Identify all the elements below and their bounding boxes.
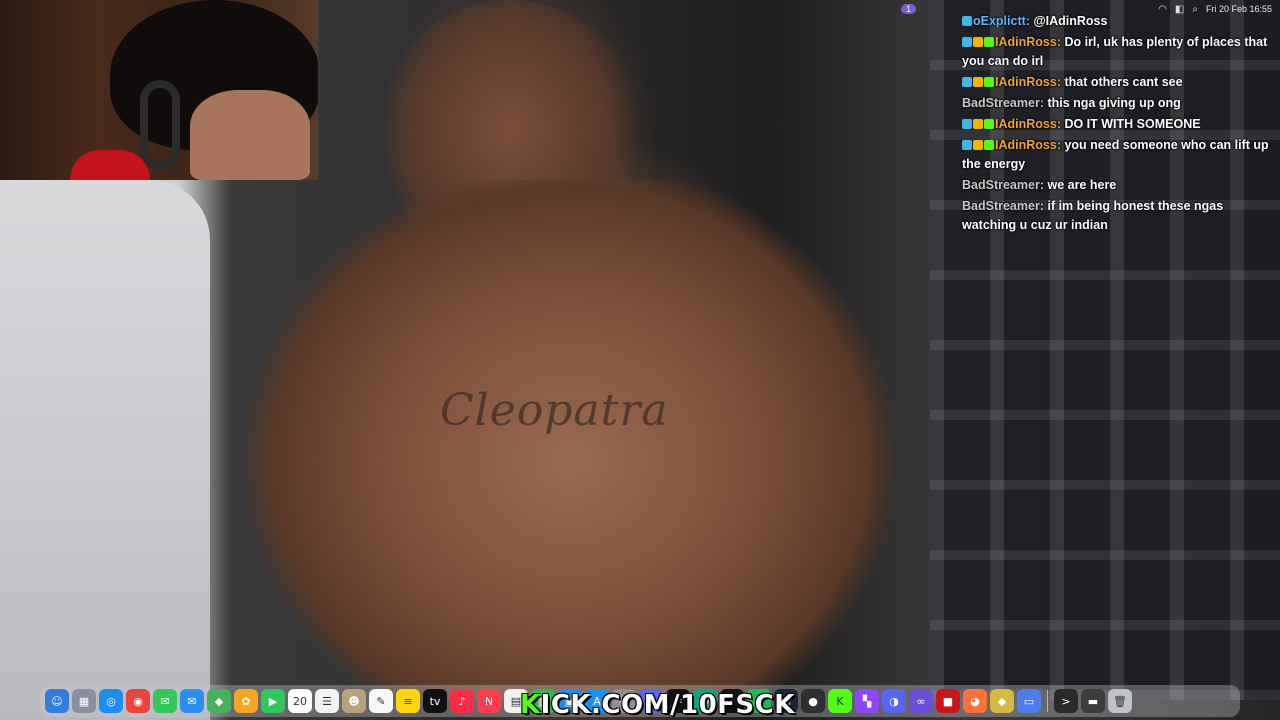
chat-username[interactable]: IAdinRoss	[995, 117, 1057, 131]
chat-badge-icon	[962, 140, 972, 150]
menubar-badge[interactable]: 1	[901, 4, 917, 14]
chat-badge-icon	[984, 77, 994, 87]
preview-icon[interactable]: ▭	[1017, 689, 1041, 713]
chat-username[interactable]: BadStreamer	[962, 96, 1040, 110]
chat-text: that others cant see	[1064, 75, 1183, 89]
chat-badge-icon	[984, 37, 994, 47]
chat-message: BadStreamer: this nga giving up ong	[962, 94, 1274, 113]
chat-message: IAdinRoss: Do irl, uk has plenty of plac…	[962, 33, 1274, 71]
chat-badge-icon	[973, 37, 983, 47]
maps-icon[interactable]: ◆	[207, 689, 231, 713]
twitch-icon[interactable]: ▚	[855, 689, 879, 713]
firefox-icon[interactable]: ◕	[963, 689, 987, 713]
chrome-icon[interactable]: ◉	[126, 689, 150, 713]
chat-badge-icon	[973, 119, 983, 129]
chat-badge-icon	[984, 140, 994, 150]
launchpad-icon[interactable]: ▦	[72, 689, 96, 713]
subject-torso	[210, 180, 900, 700]
chat-username[interactable]: oExplictt	[973, 14, 1026, 28]
appletv-icon[interactable]: tv	[423, 689, 447, 713]
chat-overlay: oExplictt: @IAdinRoss IAdinRoss: Do irl, …	[962, 12, 1274, 237]
facetime-icon[interactable]: ▶	[261, 689, 285, 713]
chat-message: IAdinRoss: that others cant see	[962, 73, 1274, 92]
obs-icon[interactable]: ●	[801, 689, 825, 713]
downloads-icon[interactable]: ▬	[1081, 689, 1105, 713]
webcam-shirt	[70, 150, 150, 180]
chat-badge-icon	[962, 119, 972, 129]
chat-message: IAdinRoss: DO IT WITH SOMEONE	[962, 115, 1274, 134]
headset-icon	[140, 80, 180, 170]
chat-text: this nga giving up ong	[1047, 96, 1181, 110]
chat-text: we are here	[1047, 178, 1117, 192]
calendar-icon[interactable]: 20	[288, 689, 312, 713]
chat-username[interactable]: IAdinRoss	[995, 35, 1057, 49]
reminders-icon[interactable]: ☰	[315, 689, 339, 713]
chat-username[interactable]: IAdinRoss	[995, 138, 1057, 152]
watermark-k: K	[520, 690, 541, 720]
chat-badge-icon	[973, 140, 983, 150]
news-icon[interactable]: N	[477, 689, 501, 713]
streamer-webcam	[0, 0, 318, 180]
kick-watermark: KICK.COM/10FSCK	[520, 690, 795, 720]
kick-icon[interactable]: K	[828, 689, 852, 713]
chat-badge-icon	[962, 16, 972, 26]
trash-icon[interactable]: 🗑	[1108, 689, 1132, 713]
chat-text: @IAdinRoss	[1033, 14, 1108, 28]
chat-username[interactable]: IAdinRoss	[995, 75, 1057, 89]
notes-icon[interactable]: ≡	[396, 689, 420, 713]
chat-username[interactable]: BadStreamer	[962, 199, 1040, 213]
dock-separator	[1047, 690, 1048, 712]
vpn-icon[interactable]: ∞	[909, 689, 933, 713]
discord-alt-icon[interactable]: ◑	[882, 689, 906, 713]
chat-message: oExplictt: @IAdinRoss	[962, 12, 1274, 31]
mail-icon[interactable]: ✉	[180, 689, 204, 713]
bystander-white-shirt	[0, 180, 210, 720]
finder-icon[interactable]: ☺	[45, 689, 69, 713]
freeform-icon[interactable]: ✎	[369, 689, 393, 713]
terminal-icon[interactable]: >	[1054, 689, 1078, 713]
music-icon[interactable]: ♪	[450, 689, 474, 713]
chat-username[interactable]: BadStreamer	[962, 178, 1040, 192]
chat-badge-icon	[962, 37, 972, 47]
chat-badge-icon	[973, 77, 983, 87]
game-icon[interactable]: ■	[936, 689, 960, 713]
chest-tattoo: Cleopatra	[440, 385, 669, 436]
messages-icon[interactable]: ✉	[153, 689, 177, 713]
chat-message: IAdinRoss: you need someone who can lift…	[962, 136, 1274, 174]
chat-badge-icon	[962, 77, 972, 87]
photos-icon[interactable]: ✿	[234, 689, 258, 713]
contacts-icon[interactable]: ☻	[342, 689, 366, 713]
safari-icon[interactable]: ◎	[99, 689, 123, 713]
watermark-rest: ICK.COM/10FSCK	[540, 690, 795, 720]
webcam-face	[190, 90, 310, 180]
chat-message: BadStreamer: we are here	[962, 176, 1274, 195]
chat-text: DO IT WITH SOMEONE	[1064, 117, 1201, 131]
store-icon[interactable]: ◆	[990, 689, 1014, 713]
chat-badge-icon	[984, 119, 994, 129]
chat-message: BadStreamer: if im being honest these ng…	[962, 197, 1274, 235]
